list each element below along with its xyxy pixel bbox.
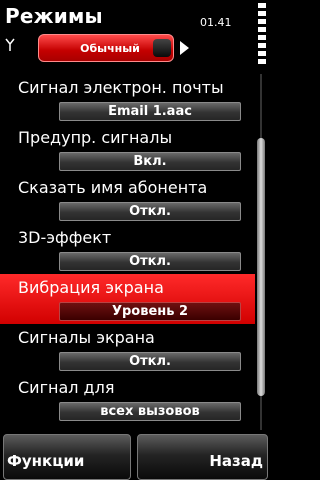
item-label: Сигнал электрон. почты bbox=[18, 78, 224, 97]
item-label: Сказать имя абонента bbox=[18, 178, 208, 197]
item-label: Предупр. сигналы bbox=[18, 128, 173, 147]
item-label: Сигналы экрана bbox=[18, 328, 155, 347]
list-item[interactable]: Сказать имя абонента Откл. bbox=[0, 174, 255, 224]
back-softkey-label: Назад bbox=[209, 452, 263, 470]
options-softkey[interactable]: Функции bbox=[3, 434, 131, 480]
softkey-bar: Функции Назад bbox=[0, 434, 270, 480]
list-item[interactable]: Сигнал для всех вызовов bbox=[0, 374, 255, 424]
page-title: Режимы bbox=[5, 4, 103, 28]
item-value: Откл. bbox=[59, 352, 241, 371]
item-value: Откл. bbox=[59, 202, 241, 221]
list-item[interactable]: 3D-эффект Откл. bbox=[0, 224, 255, 274]
item-label: Вибрация экрана bbox=[18, 278, 164, 297]
item-value: Уровень 2 bbox=[59, 302, 241, 321]
item-value: Вкл. bbox=[59, 152, 241, 171]
item-value: Email 1.aac bbox=[59, 102, 241, 121]
options-softkey-label: Функции bbox=[7, 452, 85, 470]
list-item-selected[interactable]: Вибрация экрана Уровень 2 bbox=[0, 274, 255, 324]
arrow-right-icon[interactable] bbox=[180, 41, 189, 55]
status-header: Режимы 01.41 Обычный bbox=[0, 0, 270, 70]
profile-toggle-knob bbox=[153, 39, 171, 57]
settings-list: Сигнал электрон. почты Email 1.aac Преду… bbox=[0, 74, 270, 430]
list-item[interactable]: Сигналы экрана Откл. bbox=[0, 324, 255, 374]
scrollbar-thumb[interactable] bbox=[257, 138, 265, 396]
item-label: Сигнал для bbox=[18, 378, 115, 397]
profile-name: Обычный bbox=[80, 41, 140, 55]
back-softkey[interactable]: Назад bbox=[137, 434, 268, 480]
scrollbar[interactable] bbox=[257, 74, 265, 430]
list-item[interactable]: Сигнал электрон. почты Email 1.aac bbox=[0, 74, 255, 124]
list-item[interactable]: Предупр. сигналы Вкл. bbox=[0, 124, 255, 174]
battery-level-icon bbox=[258, 3, 266, 65]
antenna-icon bbox=[5, 38, 15, 51]
clock: 01.41 bbox=[200, 16, 232, 29]
profile-selector[interactable]: Обычный bbox=[38, 34, 174, 62]
item-value: всех вызовов bbox=[59, 402, 241, 421]
item-label: 3D-эффект bbox=[18, 228, 112, 247]
item-value: Откл. bbox=[59, 252, 241, 271]
